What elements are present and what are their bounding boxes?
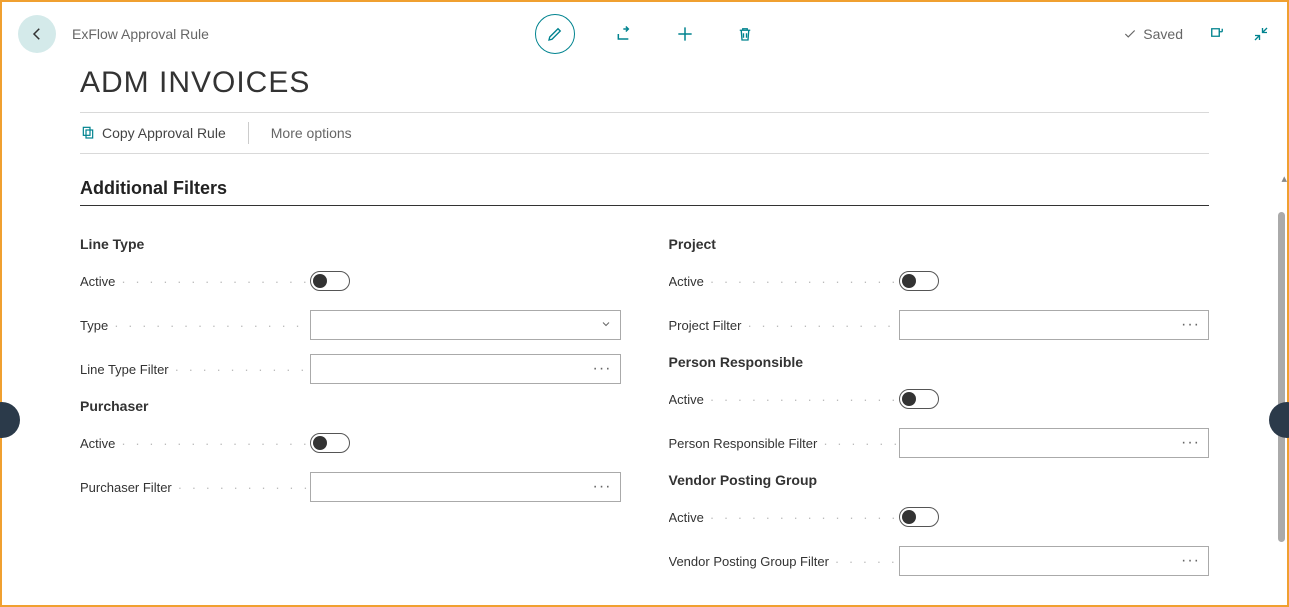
lookup-icon[interactable]: ···	[1181, 316, 1200, 334]
lookup-icon[interactable]: ···	[593, 360, 612, 378]
breadcrumb: ExFlow Approval Rule	[72, 26, 209, 42]
person-responsible-filter-label: Person Responsible Filter	[669, 436, 899, 451]
vendor-posting-group-filter-input[interactable]: ···	[899, 546, 1210, 576]
group-purchaser: Purchaser	[80, 398, 621, 414]
lookup-icon[interactable]: ···	[1181, 434, 1200, 452]
vendor-posting-group-active-toggle[interactable]	[899, 507, 939, 527]
group-vendor-posting-group: Vendor Posting Group	[669, 472, 1210, 488]
new-button[interactable]	[675, 24, 695, 44]
saved-status: Saved	[1123, 26, 1183, 42]
line-type-filter-label: Line Type Filter	[80, 362, 310, 377]
vendor-posting-group-active-label: Active	[669, 510, 899, 525]
group-project: Project	[669, 236, 1210, 252]
saved-label: Saved	[1143, 26, 1183, 42]
person-responsible-active-label: Active	[669, 392, 899, 407]
line-type-active-toggle[interactable]	[310, 271, 350, 291]
project-active-toggle[interactable]	[899, 271, 939, 291]
share-icon[interactable]	[615, 24, 635, 44]
purchaser-active-toggle[interactable]	[310, 433, 350, 453]
project-filter-label: Project Filter	[669, 318, 899, 333]
line-type-filter-input[interactable]: ···	[310, 354, 621, 384]
lookup-icon[interactable]: ···	[593, 478, 612, 496]
group-person-responsible: Person Responsible	[669, 354, 1210, 370]
project-filter-input[interactable]: ···	[899, 310, 1210, 340]
type-select[interactable]	[310, 310, 621, 340]
vendor-posting-group-filter-label: Vendor Posting Group Filter	[669, 554, 899, 569]
back-button[interactable]	[18, 15, 56, 53]
scroll-up-arrow[interactable]: ▴	[1281, 172, 1287, 185]
line-type-active-label: Active	[80, 274, 310, 289]
project-active-label: Active	[669, 274, 899, 289]
page-title: ADM INVOICES	[2, 58, 1287, 112]
purchaser-filter-input[interactable]: ···	[310, 472, 621, 502]
person-responsible-active-toggle[interactable]	[899, 389, 939, 409]
action-separator	[248, 122, 249, 144]
more-options-button[interactable]: More options	[271, 125, 352, 141]
open-external-icon[interactable]	[1207, 24, 1227, 44]
copy-approval-rule-button[interactable]: Copy Approval Rule	[80, 124, 226, 143]
purchaser-active-label: Active	[80, 436, 310, 451]
collapse-icon[interactable]	[1251, 24, 1271, 44]
delete-button[interactable]	[735, 24, 755, 44]
scrollbar[interactable]: ▴	[1275, 172, 1285, 572]
copy-approval-rule-label: Copy Approval Rule	[102, 125, 226, 141]
section-title-additional-filters: Additional Filters	[80, 178, 1209, 206]
edit-button[interactable]	[535, 14, 575, 54]
group-line-type: Line Type	[80, 236, 621, 252]
purchaser-filter-label: Purchaser Filter	[80, 480, 310, 495]
type-label: Type	[80, 318, 310, 333]
chevron-down-icon	[600, 318, 612, 333]
lookup-icon[interactable]: ···	[1181, 552, 1200, 570]
scroll-thumb[interactable]	[1278, 212, 1285, 542]
copy-icon	[80, 124, 96, 143]
person-responsible-filter-input[interactable]: ···	[899, 428, 1210, 458]
